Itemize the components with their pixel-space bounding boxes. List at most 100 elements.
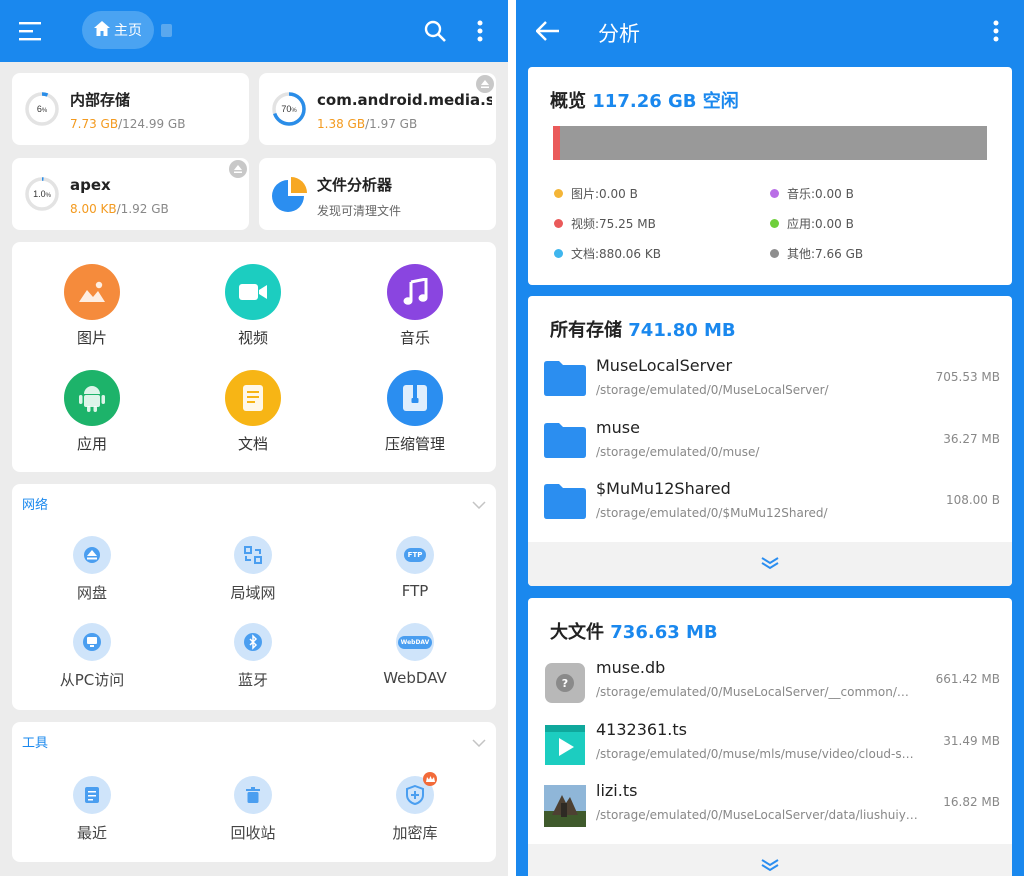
double-chevron-down-icon xyxy=(760,857,780,876)
all-storage-title: 所有存储 741.80 MB xyxy=(550,320,736,341)
network-webdav[interactable]: WebDAV WebDAV xyxy=(355,623,475,687)
file-analyzer-card[interactable]: 文件分析器 发现可清理文件 xyxy=(259,158,496,230)
all-storage-card: 所有存储 741.80 MB MuseLocalServer /storage/… xyxy=(528,296,1012,586)
analysis-title: 分析 xyxy=(598,22,640,46)
network-cloud-drive[interactable]: 网盘 xyxy=(32,536,152,603)
unknown-file-icon: ? xyxy=(544,662,586,708)
tool-recycle-bin[interactable]: 回收站 xyxy=(193,776,313,843)
storage-usage: 8.00 KB/1.92 GB xyxy=(70,202,169,216)
eject-icon[interactable] xyxy=(476,75,494,93)
folder-icon xyxy=(544,360,586,400)
legend-video: 视频:75.25 MB xyxy=(554,215,656,232)
eject-icon[interactable] xyxy=(229,160,247,178)
tools-section: 工具 最近 回收站 加密库 xyxy=(12,722,496,862)
image-thumbnail-icon xyxy=(544,785,586,831)
chevron-down-icon[interactable] xyxy=(472,732,486,751)
list-item[interactable]: muse /storage/emulated/0/muse/ 36.27 MB xyxy=(528,416,1012,478)
category-label: 视频 xyxy=(237,329,268,347)
home-label: 主页 xyxy=(114,23,142,39)
category-label: 音乐 xyxy=(399,329,430,347)
cloud-drive-icon xyxy=(73,536,111,574)
category-label: 文档 xyxy=(237,435,268,453)
archive-icon xyxy=(387,370,443,426)
svg-text:6%: 6% xyxy=(37,104,48,114)
legend-music: 音乐:0.00 B xyxy=(770,185,854,202)
list-item[interactable]: lizi.ts /storage/emulated/0/MuseLocalSer… xyxy=(528,779,1012,841)
network-ftp[interactable]: FTP FTP xyxy=(355,536,475,600)
tool-label: 加密库 xyxy=(392,824,438,842)
network-label: 蓝牙 xyxy=(237,671,268,689)
analyzer-subtitle: 发现可清理文件 xyxy=(317,204,402,218)
tool-label: 回收站 xyxy=(230,824,276,842)
expand-more-button[interactable] xyxy=(528,542,1012,586)
tool-recent[interactable]: 最近 xyxy=(32,776,152,843)
home-icon xyxy=(94,20,110,40)
overview-title: 概览 117.26 GB 空闲 xyxy=(550,91,739,112)
expand-more-button[interactable] xyxy=(528,844,1012,876)
category-apps[interactable]: 应用 xyxy=(32,370,152,454)
list-item[interactable]: ? muse.db /storage/emulated/0/MuseLocalS… xyxy=(528,656,1012,718)
network-pc-access[interactable]: 从PC访问 xyxy=(32,623,152,690)
storage-card-internal[interactable]: 6% 内部存储 7.73 GB/124.99 GB xyxy=(12,73,249,145)
back-arrow-icon[interactable] xyxy=(534,18,562,44)
svg-text:70%: 70% xyxy=(281,104,297,114)
storage-usage-bar xyxy=(553,126,987,160)
category-images[interactable]: 图片 xyxy=(32,264,152,348)
android-icon xyxy=(64,370,120,426)
ftp-icon: FTP xyxy=(396,536,434,574)
list-item[interactable]: MuseLocalServer /storage/emulated/0/Muse… xyxy=(528,354,1012,416)
storage-name: 内部存储 xyxy=(70,91,131,109)
legend-apps: 应用:0.00 B xyxy=(770,215,854,232)
folder-icon xyxy=(544,422,586,462)
home-header: 主页 xyxy=(0,0,508,62)
crown-badge-icon xyxy=(423,772,437,786)
storage-card-media[interactable]: 70% com.android.media.sw… 1.38 GB/1.97 G… xyxy=(259,73,496,145)
tool-vault[interactable]: 加密库 xyxy=(355,772,475,843)
network-label: 局域网 xyxy=(230,584,276,602)
list-item[interactable]: $MuMu12Shared /storage/emulated/0/$MuMu1… xyxy=(528,477,1012,539)
video-usage-segment xyxy=(553,126,560,160)
usage-ring: 70% xyxy=(272,92,306,126)
storage-card-apex[interactable]: 1.0% apex 8.00 KB/1.92 GB xyxy=(12,158,249,230)
category-label: 应用 xyxy=(76,435,107,453)
network-lan[interactable]: 局域网 xyxy=(193,536,313,603)
webdav-icon: WebDAV xyxy=(396,623,434,661)
network-label: WebDAV xyxy=(383,669,447,687)
svg-text:?: ? xyxy=(562,677,568,690)
category-grid: 图片 视频 音乐 应用 文档 压缩管理 xyxy=(12,242,496,472)
search-icon[interactable] xyxy=(422,18,448,44)
bluetooth-icon xyxy=(234,623,272,661)
large-files-card: 大文件 736.63 MB ? muse.db /storage/emulate… xyxy=(528,598,1012,876)
home-breadcrumb[interactable]: 主页 xyxy=(82,11,154,49)
folder-icon xyxy=(544,483,586,523)
double-chevron-down-icon xyxy=(760,555,780,574)
music-icon xyxy=(387,264,443,320)
network-label: 网盘 xyxy=(76,584,107,602)
tools-title: 工具 xyxy=(22,736,49,751)
tool-label: 最近 xyxy=(76,824,107,842)
category-label: 压缩管理 xyxy=(384,435,445,453)
image-icon xyxy=(64,264,120,320)
svg-text:1.0%: 1.0% xyxy=(33,189,52,199)
list-item[interactable]: 4132361.ts /storage/emulated/0/muse/mls/… xyxy=(528,718,1012,780)
legend-images: 图片:0.00 B xyxy=(554,185,638,202)
category-documents[interactable]: 文档 xyxy=(193,370,313,454)
category-music[interactable]: 音乐 xyxy=(355,264,475,348)
video-icon xyxy=(225,264,281,320)
more-options-icon[interactable] xyxy=(986,18,1006,44)
category-archives[interactable]: 压缩管理 xyxy=(355,370,475,454)
overview-card[interactable]: 概览 117.26 GB 空闲 图片:0.00 B 音乐:0.00 B 视频:7… xyxy=(528,67,1012,285)
storage-name: com.android.media.sw… xyxy=(317,91,492,109)
chevron-down-icon[interactable] xyxy=(472,494,486,513)
network-bluetooth[interactable]: 蓝牙 xyxy=(193,623,313,690)
storage-name: apex xyxy=(70,176,111,194)
recent-icon xyxy=(73,776,111,814)
usage-ring: 1.0% xyxy=(25,177,59,211)
category-label: 图片 xyxy=(76,329,107,347)
more-options-icon[interactable] xyxy=(470,18,490,44)
category-videos[interactable]: 视频 xyxy=(193,264,313,348)
large-files-title: 大文件 736.63 MB xyxy=(550,622,718,643)
analysis-pane: 分析 概览 117.26 GB 空闲 图片:0.00 B 音乐:0.00 B 视… xyxy=(516,0,1024,876)
menu-icon[interactable] xyxy=(18,18,44,44)
network-section: 网络 网盘 局域网 FTP FTP 从PC访问 蓝牙 WebDAV WebDAV xyxy=(12,484,496,710)
